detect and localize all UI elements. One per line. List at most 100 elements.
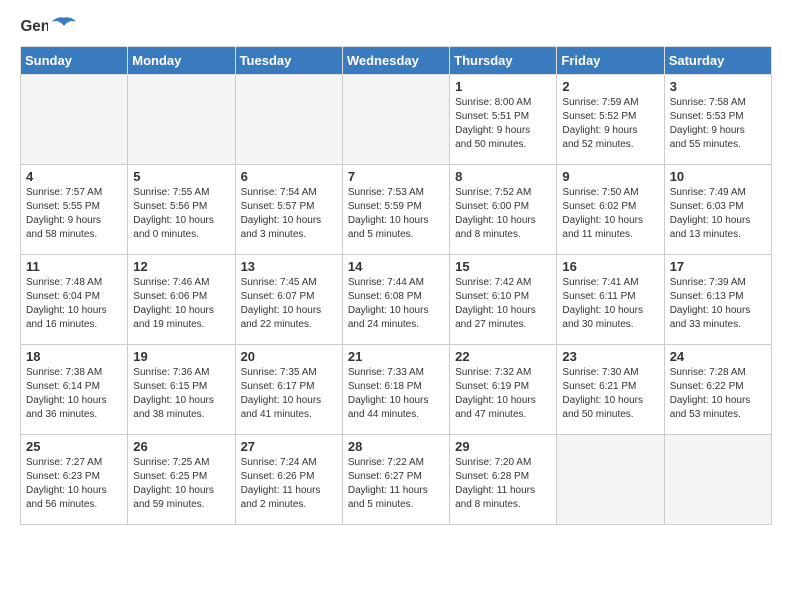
calendar-cell: 25 Sunrise: 7:27 AM Sunset: 6:23 PM Dayli… bbox=[21, 435, 128, 525]
day-number: 1 bbox=[455, 79, 551, 94]
calendar-cell: 23 Sunrise: 7:30 AM Sunset: 6:21 PM Dayli… bbox=[557, 345, 664, 435]
day-info: Sunrise: 7:49 AM Sunset: 6:03 PM Dayligh… bbox=[670, 186, 766, 242]
day-number: 17 bbox=[670, 259, 766, 274]
calendar-cell: 19 Sunrise: 7:36 AM Sunset: 6:15 PM Dayli… bbox=[128, 345, 235, 435]
day-info: Sunrise: 7:41 AM Sunset: 6:11 PM Dayligh… bbox=[562, 276, 658, 332]
day-number: 14 bbox=[348, 259, 444, 274]
calendar-cell bbox=[342, 75, 449, 165]
day-info: Sunrise: 7:24 AM Sunset: 6:26 PM Dayligh… bbox=[241, 456, 337, 512]
calendar-cell: 18 Sunrise: 7:38 AM Sunset: 6:14 PM Dayli… bbox=[21, 345, 128, 435]
calendar-cell: 29 Sunrise: 7:20 AM Sunset: 6:28 PM Dayli… bbox=[450, 435, 557, 525]
day-number: 18 bbox=[26, 349, 122, 364]
day-info: Sunrise: 7:46 AM Sunset: 6:06 PM Dayligh… bbox=[133, 276, 229, 332]
weekday-header-saturday: Saturday bbox=[664, 47, 771, 75]
calendar-cell bbox=[557, 435, 664, 525]
day-number: 8 bbox=[455, 169, 551, 184]
day-info: Sunrise: 7:28 AM Sunset: 6:22 PM Dayligh… bbox=[670, 366, 766, 422]
day-info: Sunrise: 7:48 AM Sunset: 6:04 PM Dayligh… bbox=[26, 276, 122, 332]
day-info: Sunrise: 7:38 AM Sunset: 6:14 PM Dayligh… bbox=[26, 366, 122, 422]
calendar-cell: 20 Sunrise: 7:35 AM Sunset: 6:17 PM Dayli… bbox=[235, 345, 342, 435]
day-number: 3 bbox=[670, 79, 766, 94]
day-info: Sunrise: 7:36 AM Sunset: 6:15 PM Dayligh… bbox=[133, 366, 229, 422]
day-number: 28 bbox=[348, 439, 444, 454]
calendar-cell: 17 Sunrise: 7:39 AM Sunset: 6:13 PM Dayli… bbox=[664, 255, 771, 345]
calendar-cell: 13 Sunrise: 7:45 AM Sunset: 6:07 PM Dayli… bbox=[235, 255, 342, 345]
day-info: Sunrise: 7:54 AM Sunset: 5:57 PM Dayligh… bbox=[241, 186, 337, 242]
day-number: 23 bbox=[562, 349, 658, 364]
calendar-week-row: 25 Sunrise: 7:27 AM Sunset: 6:23 PM Dayli… bbox=[21, 435, 772, 525]
calendar-cell: 22Sunrise: 7:32 AM Sunset: 6:19 PM Dayli… bbox=[450, 345, 557, 435]
calendar-header-row: SundayMondayTuesdayWednesdayThursdayFrid… bbox=[21, 47, 772, 75]
calendar-cell bbox=[128, 75, 235, 165]
calendar-cell: 11 Sunrise: 7:48 AM Sunset: 6:04 PM Dayli… bbox=[21, 255, 128, 345]
weekday-header-sunday: Sunday bbox=[21, 47, 128, 75]
day-info: Sunrise: 7:57 AM Sunset: 5:55 PM Dayligh… bbox=[26, 186, 122, 242]
calendar-cell: 6 Sunrise: 7:54 AM Sunset: 5:57 PM Daylig… bbox=[235, 165, 342, 255]
calendar-cell: 15 Sunrise: 7:42 AM Sunset: 6:10 PM Dayli… bbox=[450, 255, 557, 345]
day-info: Sunrise: 7:27 AM Sunset: 6:23 PM Dayligh… bbox=[26, 456, 122, 512]
calendar-cell: 5 Sunrise: 7:55 AM Sunset: 5:56 PM Daylig… bbox=[128, 165, 235, 255]
day-number: 13 bbox=[241, 259, 337, 274]
calendar-week-row: 4 Sunrise: 7:57 AM Sunset: 5:55 PM Daylig… bbox=[21, 165, 772, 255]
calendar-cell: 7 Sunrise: 7:53 AM Sunset: 5:59 PM Daylig… bbox=[342, 165, 449, 255]
day-info: Sunrise: 7:30 AM Sunset: 6:21 PM Dayligh… bbox=[562, 366, 658, 422]
calendar-cell bbox=[21, 75, 128, 165]
day-number: 15 bbox=[455, 259, 551, 274]
day-number: 21 bbox=[348, 349, 444, 364]
day-info: Sunrise: 7:50 AM Sunset: 6:02 PM Dayligh… bbox=[562, 186, 658, 242]
day-number: 4 bbox=[26, 169, 122, 184]
calendar-cell: 4 Sunrise: 7:57 AM Sunset: 5:55 PM Daylig… bbox=[21, 165, 128, 255]
day-info: Sunrise: 7:45 AM Sunset: 6:07 PM Dayligh… bbox=[241, 276, 337, 332]
weekday-header-friday: Friday bbox=[557, 47, 664, 75]
day-info: Sunrise: 7:55 AM Sunset: 5:56 PM Dayligh… bbox=[133, 186, 229, 242]
calendar-week-row: 1 Sunrise: 8:00 AM Sunset: 5:51 PM Daylig… bbox=[21, 75, 772, 165]
weekday-header-thursday: Thursday bbox=[450, 47, 557, 75]
calendar-cell: 8 Sunrise: 7:52 AM Sunset: 6:00 PM Daylig… bbox=[450, 165, 557, 255]
calendar-cell bbox=[664, 435, 771, 525]
day-number: 16 bbox=[562, 259, 658, 274]
day-number: 27 bbox=[241, 439, 337, 454]
day-info: Sunrise: 7:52 AM Sunset: 6:00 PM Dayligh… bbox=[455, 186, 551, 242]
day-number: 2 bbox=[562, 79, 658, 94]
page-header: General bbox=[20, 16, 772, 38]
day-info: Sunrise: 8:00 AM Sunset: 5:51 PM Dayligh… bbox=[455, 96, 551, 152]
day-number: 11 bbox=[26, 259, 122, 274]
calendar-week-row: 18 Sunrise: 7:38 AM Sunset: 6:14 PM Dayli… bbox=[21, 345, 772, 435]
logo-icon: General bbox=[20, 16, 48, 38]
calendar-cell: 1 Sunrise: 8:00 AM Sunset: 5:51 PM Daylig… bbox=[450, 75, 557, 165]
day-number: 24 bbox=[670, 349, 766, 364]
weekday-header-wednesday: Wednesday bbox=[342, 47, 449, 75]
calendar-cell: 2 Sunrise: 7:59 AM Sunset: 5:52 PM Daylig… bbox=[557, 75, 664, 165]
day-number: 10 bbox=[670, 169, 766, 184]
day-info: Sunrise: 7:58 AM Sunset: 5:53 PM Dayligh… bbox=[670, 96, 766, 152]
calendar-cell: 12 Sunrise: 7:46 AM Sunset: 6:06 PM Dayli… bbox=[128, 255, 235, 345]
calendar-cell: 14 Sunrise: 7:44 AM Sunset: 6:08 PM Dayli… bbox=[342, 255, 449, 345]
day-info: Sunrise: 7:59 AM Sunset: 5:52 PM Dayligh… bbox=[562, 96, 658, 152]
day-number: 6 bbox=[241, 169, 337, 184]
day-number: 9 bbox=[562, 169, 658, 184]
day-number: 12 bbox=[133, 259, 229, 274]
day-number: 20 bbox=[241, 349, 337, 364]
day-info: Sunrise: 7:44 AM Sunset: 6:08 PM Dayligh… bbox=[348, 276, 444, 332]
day-info: Sunrise: 7:53 AM Sunset: 5:59 PM Dayligh… bbox=[348, 186, 444, 242]
day-number: 29 bbox=[455, 439, 551, 454]
calendar-cell: 21Sunrise: 7:33 AM Sunset: 6:18 PM Dayli… bbox=[342, 345, 449, 435]
day-number: 25 bbox=[26, 439, 122, 454]
calendar-table: SundayMondayTuesdayWednesdayThursdayFrid… bbox=[20, 46, 772, 525]
day-number: 5 bbox=[133, 169, 229, 184]
day-info: Sunrise: 7:42 AM Sunset: 6:10 PM Dayligh… bbox=[455, 276, 551, 332]
day-number: 7 bbox=[348, 169, 444, 184]
day-info: Sunrise: 7:39 AM Sunset: 6:13 PM Dayligh… bbox=[670, 276, 766, 332]
calendar-cell: 24 Sunrise: 7:28 AM Sunset: 6:22 PM Dayli… bbox=[664, 345, 771, 435]
calendar-cell: 3 Sunrise: 7:58 AM Sunset: 5:53 PM Daylig… bbox=[664, 75, 771, 165]
svg-text:General: General bbox=[20, 18, 48, 35]
day-info: Sunrise: 7:20 AM Sunset: 6:28 PM Dayligh… bbox=[455, 456, 551, 512]
day-info: Sunrise: 7:25 AM Sunset: 6:25 PM Dayligh… bbox=[133, 456, 229, 512]
calendar-cell bbox=[235, 75, 342, 165]
calendar-cell: 27 Sunrise: 7:24 AM Sunset: 6:26 PM Dayli… bbox=[235, 435, 342, 525]
logo-bird-icon bbox=[52, 16, 76, 38]
day-number: 22 bbox=[455, 349, 551, 364]
day-number: 19 bbox=[133, 349, 229, 364]
day-info: Sunrise: 7:35 AM Sunset: 6:17 PM Dayligh… bbox=[241, 366, 337, 422]
calendar-cell: 16 Sunrise: 7:41 AM Sunset: 6:11 PM Dayli… bbox=[557, 255, 664, 345]
